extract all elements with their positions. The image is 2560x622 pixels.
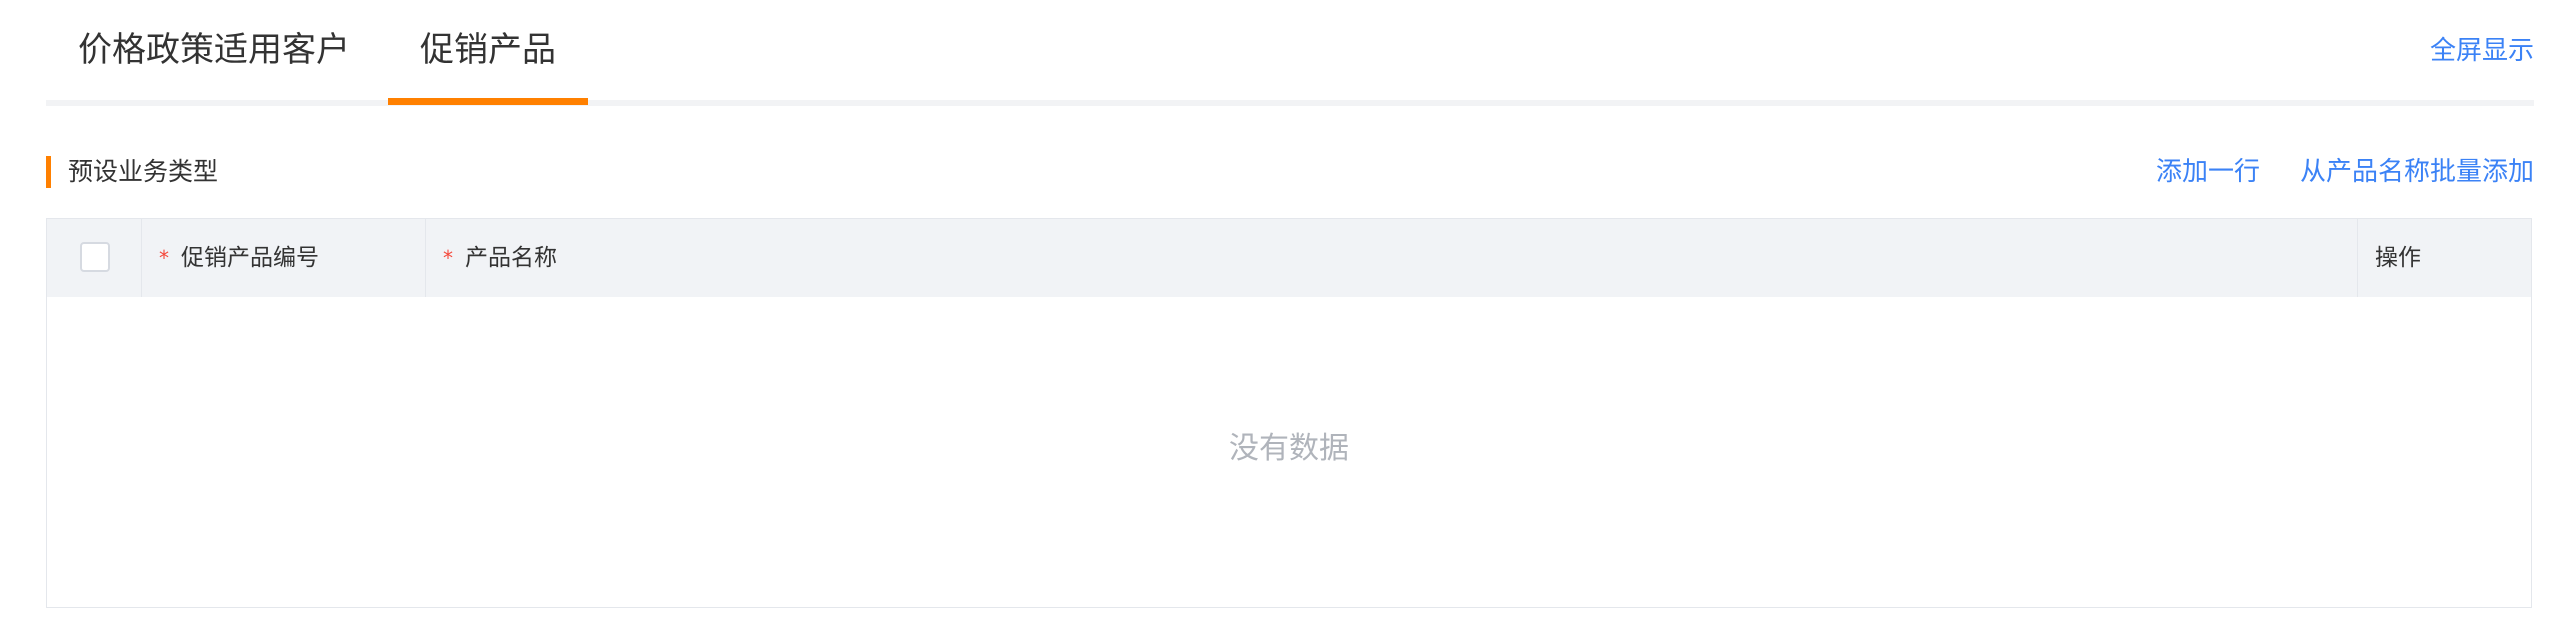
select-all-checkbox[interactable] xyxy=(80,242,110,272)
tab-promotion-products[interactable]: 促销产品 xyxy=(388,26,588,108)
add-row-link[interactable]: 添加一行 xyxy=(2156,154,2260,190)
tab-label: 促销产品 xyxy=(420,30,556,70)
tab-price-policy-customers[interactable]: 价格政策适用客户 xyxy=(78,26,350,108)
tab-label: 价格政策适用客户 xyxy=(78,30,350,70)
page: 价格政策适用客户 促销产品 全屏显示 预设业务类型 添加一行 从产品名称批量添加… xyxy=(0,0,2560,622)
section-header: 预设业务类型 添加一行 从产品名称批量添加 xyxy=(46,154,2534,190)
required-mark: * xyxy=(443,246,453,270)
empty-state-text: 没有数据 xyxy=(1229,431,1349,466)
section-actions: 添加一行 从产品名称批量添加 xyxy=(2156,154,2534,190)
active-tab-indicator xyxy=(388,98,588,105)
fullscreen-link[interactable]: 全屏显示 xyxy=(2430,33,2534,69)
promotion-products-table: * 促销产品编号 * 产品名称 操作 没有数据 xyxy=(46,218,2532,608)
column-header-actions: 操作 xyxy=(2375,245,2421,271)
column-header-promotion-product-code: * 促销产品编号 xyxy=(159,219,319,297)
column-header-product-name: * 产品名称 xyxy=(443,219,557,297)
batch-add-from-product-name-link[interactable]: 从产品名称批量添加 xyxy=(2300,154,2534,190)
table-header: * 促销产品编号 * 产品名称 操作 xyxy=(47,219,2531,297)
column-header-label: 产品名称 xyxy=(465,245,557,271)
section-title: 预设业务类型 xyxy=(68,157,219,186)
required-mark: * xyxy=(159,246,169,270)
column-header-label: 促销产品编号 xyxy=(181,245,319,271)
column-divider xyxy=(141,219,142,297)
column-divider xyxy=(2357,219,2358,297)
tab-bar: 价格政策适用客户 促销产品 xyxy=(46,0,2534,108)
column-divider xyxy=(425,219,426,297)
section-marker xyxy=(46,156,51,188)
